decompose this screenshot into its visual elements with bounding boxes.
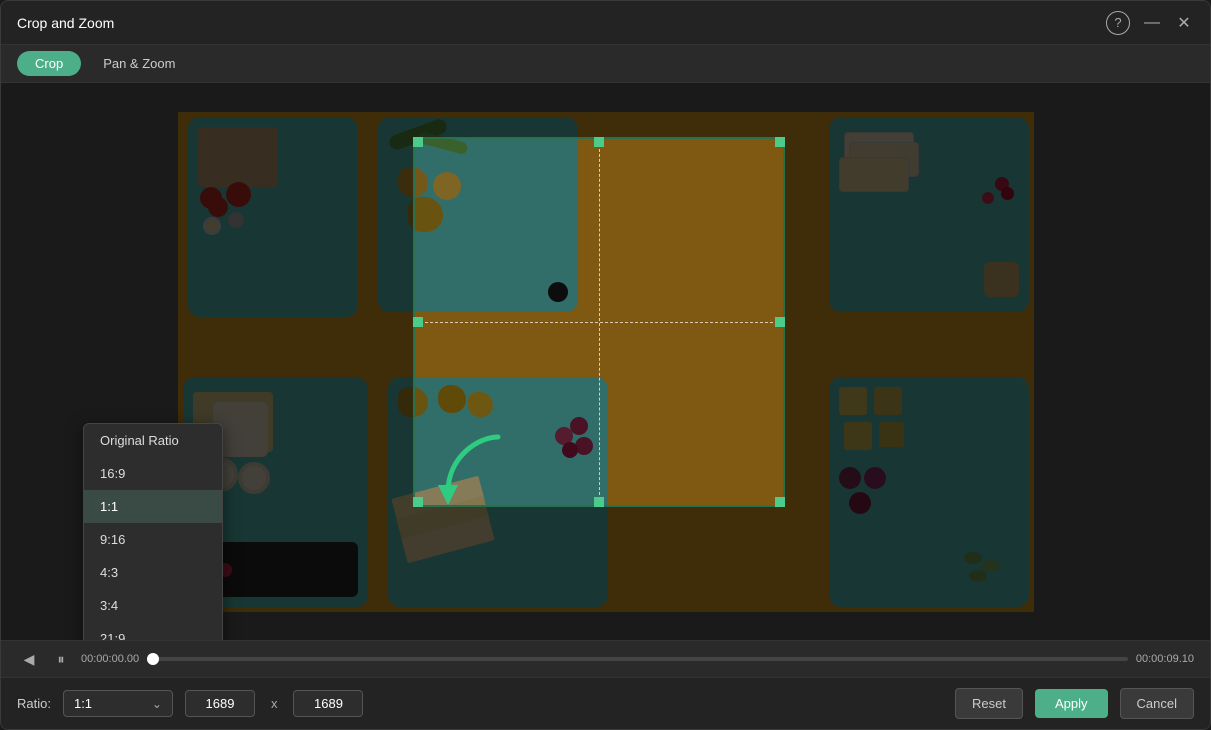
help-button[interactable]: ? [1106, 11, 1130, 35]
ratio-dropdown-menu: Original Ratio 16:9 1:1 9:16 4:3 3:4 21:… [83, 423, 223, 640]
main-area: Original Ratio 16:9 1:1 9:16 4:3 3:4 21:… [1, 83, 1210, 640]
play-pause-button[interactable]: ⏸ [49, 647, 73, 671]
prev-frame-button[interactable]: ◀ [17, 647, 41, 671]
chevron-down-icon: ⌄ [152, 697, 162, 711]
tab-pan-zoom[interactable]: Pan & Zoom [85, 51, 193, 76]
tabs-bar: Crop Pan & Zoom [1, 45, 1210, 83]
crop-mask-right [785, 137, 1034, 507]
window-title: Crop and Zoom [17, 15, 114, 31]
arrow-indicator [428, 427, 508, 512]
cancel-button[interactable]: Cancel [1120, 688, 1194, 719]
preview-area: Original Ratio 16:9 1:1 9:16 4:3 3:4 21:… [1, 83, 1210, 640]
ratio-option-21-9[interactable]: 21:9 [84, 622, 222, 640]
ratio-option-1-1[interactable]: 1:1 [84, 490, 222, 523]
close-button[interactable]: ✕ [1174, 13, 1194, 33]
ratio-option-16-9[interactable]: 16:9 [84, 457, 222, 490]
video-preview [178, 112, 1034, 612]
timeline-bar: ◀ ⏸ 00:00:00.00 00:00:09.10 [1, 640, 1210, 677]
tab-crop[interactable]: Crop [17, 51, 81, 76]
timeline-playhead[interactable] [147, 653, 159, 665]
minimize-button[interactable]: — [1142, 13, 1162, 33]
ratio-select[interactable]: 1:1 ⌄ [63, 690, 173, 717]
main-window: Crop and Zoom ? — ✕ Crop Pan & Zoom [0, 0, 1211, 730]
ratio-option-original[interactable]: Original Ratio [84, 424, 222, 457]
ratio-select-value: 1:1 [74, 696, 92, 711]
reset-button[interactable]: Reset [955, 688, 1023, 719]
height-input[interactable] [293, 690, 363, 717]
ratio-option-9-16[interactable]: 9:16 [84, 523, 222, 556]
title-bar: Crop and Zoom ? — ✕ [1, 1, 1210, 45]
apply-button[interactable]: Apply [1035, 689, 1108, 718]
ratio-option-4-3[interactable]: 4:3 [84, 556, 222, 589]
crop-mask-top [178, 112, 1034, 137]
crop-mask-bottom [178, 507, 1034, 612]
width-input[interactable] [185, 690, 255, 717]
ratio-option-3-4[interactable]: 3:4 [84, 589, 222, 622]
bottom-bar: Ratio: 1:1 ⌄ x Reset Apply Cancel [1, 677, 1210, 729]
timeline-controls: ◀ ⏸ [17, 647, 73, 671]
title-bar-controls: ? — ✕ [1106, 11, 1194, 35]
ratio-label: Ratio: [17, 696, 51, 711]
dimension-separator: x [267, 696, 282, 711]
timeline-track[interactable] [147, 657, 1128, 661]
current-time: 00:00:00.00 [81, 653, 139, 665]
end-time: 00:00:09.10 [1136, 653, 1194, 665]
